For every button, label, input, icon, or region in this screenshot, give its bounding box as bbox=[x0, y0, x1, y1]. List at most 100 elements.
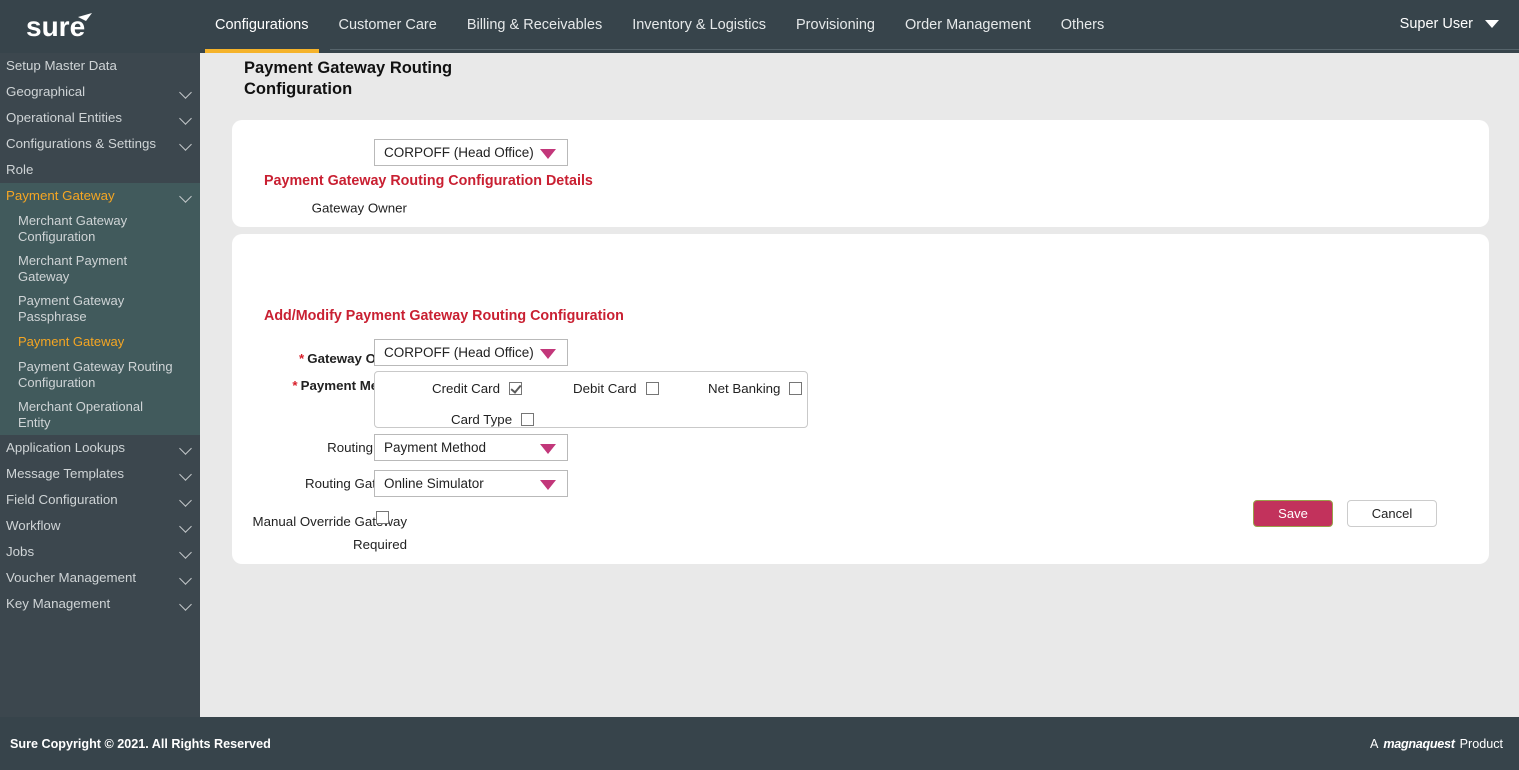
sidebar-item-payment-gateway-routing-configuration[interactable]: Payment Gateway Routing Configuration bbox=[0, 355, 200, 395]
routing-gateway-select[interactable]: Online Simulator bbox=[374, 470, 568, 497]
sidebar-item-role[interactable]: Role bbox=[0, 157, 200, 183]
sidebar-item-label: Voucher Management bbox=[6, 570, 137, 585]
user-menu[interactable]: Super User bbox=[1400, 16, 1499, 32]
nav-item-configurations[interactable]: Configurations bbox=[200, 16, 324, 53]
chevron-down-icon bbox=[179, 468, 192, 481]
chevron-down-icon bbox=[179, 520, 192, 533]
primary-navigation: Configurations Customer Care Billing & Rec… bbox=[200, 0, 1119, 53]
sidebar-item-label: Payment Gateway Routing Configuration bbox=[18, 359, 173, 390]
payment-method-credit-card[interactable]: Credit Card bbox=[432, 381, 522, 396]
sidebar-item-label: Payment Gateway bbox=[6, 188, 115, 203]
app-logo[interactable]: sure bbox=[0, 0, 200, 53]
sidebar-item-label: Role bbox=[6, 162, 34, 177]
chevron-down-icon bbox=[179, 546, 192, 559]
sidebar-item-field-configuration[interactable]: Field Configuration bbox=[0, 487, 200, 513]
save-button[interactable]: Save bbox=[1253, 500, 1333, 527]
top-header-bar: sure Configurations Customer Care Billing … bbox=[0, 0, 1519, 53]
sidebar-item-label: Workflow bbox=[6, 518, 61, 533]
gateway-owner-select-top[interactable]: CORPOFF (Head Office) bbox=[374, 139, 568, 166]
sidebar-navigation: Setup Master Data Geographical Operational… bbox=[0, 53, 200, 717]
gateway-owner-value-top: CORPOFF (Head Office) bbox=[384, 145, 534, 160]
chevron-down-icon bbox=[179, 138, 192, 151]
chevron-down-icon bbox=[179, 598, 192, 611]
sidebar-item-payment-gateway-passphrase[interactable]: Payment Gateway Passphrase bbox=[0, 289, 200, 329]
chevron-down-icon bbox=[179, 572, 192, 585]
sidebar-item-application-lookups[interactable]: Application Lookups bbox=[0, 435, 200, 461]
sidebar-item-label: Field Configuration bbox=[6, 492, 118, 507]
sidebar-item-label: Jobs bbox=[6, 544, 35, 559]
sidebar-item-payment-gateway[interactable]: Payment Gateway bbox=[0, 329, 200, 355]
sidebar-item-payment-gateway[interactable]: Payment Gateway bbox=[0, 183, 200, 209]
product-prefix: A bbox=[1370, 736, 1379, 751]
nav-item-provisioning[interactable]: Provisioning bbox=[781, 16, 890, 53]
nav-item-customer-care[interactable]: Customer Care bbox=[324, 16, 452, 53]
product-credit: A magnaquest Product bbox=[1370, 737, 1503, 751]
chevron-down-icon bbox=[540, 148, 556, 159]
sidebar-item-geographical[interactable]: Geographical bbox=[0, 79, 200, 105]
sidebar-item-label: Merchant Gateway Configuration bbox=[18, 213, 128, 244]
sidebar-item-operational-entities[interactable]: Operational Entities bbox=[0, 105, 200, 131]
required-asterisk: * bbox=[292, 378, 298, 393]
sidebar-item-merchant-gateway-configuration[interactable]: Merchant Gateway Configuration bbox=[0, 209, 200, 249]
sidebar-item-merchant-payment-gateway[interactable]: Merchant Payment Gateway bbox=[0, 249, 200, 289]
payment-method-debit-card-label: Debit Card bbox=[573, 381, 637, 396]
chevron-down-icon bbox=[1485, 20, 1499, 28]
sidebar-item-label: Merchant Operational Entity bbox=[18, 399, 144, 430]
sidebar-item-jobs[interactable]: Jobs bbox=[0, 539, 200, 565]
chevron-down-icon bbox=[540, 479, 556, 490]
product-suffix: Product bbox=[1459, 736, 1503, 751]
form-heading: Add/Modify Payment Gateway Routing Confi… bbox=[264, 308, 624, 324]
gateway-owner-label-top: Gateway Owner bbox=[311, 200, 407, 216]
sidebar-item-label: Application Lookups bbox=[6, 440, 126, 455]
payment-method-card-type-label: Card Type bbox=[451, 412, 513, 427]
gateway-owner-card: Gateway Owner CORPOFF (Head Office) Paym… bbox=[232, 120, 1489, 227]
routing-gateway-value: Online Simulator bbox=[384, 476, 484, 491]
sure-logo-icon: sure bbox=[26, 12, 92, 42]
chevron-down-icon bbox=[540, 348, 556, 359]
sidebar-item-label: Key Management bbox=[6, 596, 111, 611]
nav-item-others[interactable]: Others bbox=[1046, 16, 1120, 53]
sidebar-item-key-management[interactable]: Key Management bbox=[0, 591, 200, 617]
chevron-down-icon bbox=[179, 494, 192, 507]
checkbox-manual-override[interactable] bbox=[376, 511, 389, 524]
nav-item-order-management[interactable]: Order Management bbox=[890, 16, 1046, 53]
checkbox-credit-card[interactable] bbox=[508, 382, 522, 395]
routing-point-select[interactable]: Payment Method bbox=[374, 434, 568, 461]
sidebar-item-label: Geographical bbox=[6, 84, 86, 99]
svg-text:sure: sure bbox=[26, 12, 85, 42]
checkbox-net-banking[interactable] bbox=[789, 382, 803, 395]
nav-underline-rule bbox=[330, 49, 1519, 50]
sidebar-item-label: Configurations & Settings bbox=[6, 136, 157, 151]
gateway-owner-value-form: CORPOFF (Head Office) bbox=[384, 345, 534, 360]
sidebar-item-label: Operational Entities bbox=[6, 110, 123, 125]
sidebar-item-voucher-management[interactable]: Voucher Management bbox=[0, 565, 200, 591]
chevron-down-icon bbox=[179, 112, 192, 125]
main-content: Payment Gateway Routing Configuration Ga… bbox=[200, 53, 1519, 717]
nav-item-billing-receivables[interactable]: Billing & Receivables bbox=[452, 16, 617, 53]
payment-method-card-type[interactable]: Card Type bbox=[451, 412, 535, 427]
copyright-text: Sure Copyright © 2021. All Rights Reserv… bbox=[10, 736, 271, 751]
chevron-down-icon bbox=[540, 443, 556, 454]
payment-method-net-banking[interactable]: Net Banking bbox=[708, 381, 803, 396]
routing-point-value: Payment Method bbox=[384, 440, 487, 455]
checkbox-debit-card[interactable] bbox=[645, 382, 659, 395]
sidebar-item-label: Merchant Payment Gateway bbox=[18, 253, 128, 284]
payment-method-net-banking-label: Net Banking bbox=[708, 381, 781, 396]
chevron-down-icon bbox=[179, 190, 192, 203]
user-menu-label: Super User bbox=[1399, 16, 1473, 32]
chevron-down-icon bbox=[179, 442, 192, 455]
footer-bar: Sure Copyright © 2021. All Rights Reserv… bbox=[0, 717, 1519, 770]
sidebar-item-merchant-operational-entity[interactable]: Merchant Operational Entity bbox=[0, 395, 200, 435]
nav-item-inventory-logistics[interactable]: Inventory & Logistics bbox=[617, 16, 781, 53]
sidebar-item-setup-master-data[interactable]: Setup Master Data bbox=[0, 53, 200, 79]
payment-method-group: Credit Card Debit Card Net Banking Card … bbox=[374, 371, 808, 428]
payment-method-debit-card[interactable]: Debit Card bbox=[573, 381, 659, 396]
gateway-owner-select-form[interactable]: CORPOFF (Head Office) bbox=[374, 339, 568, 366]
cancel-button[interactable]: Cancel bbox=[1347, 500, 1437, 527]
sidebar-item-message-templates[interactable]: Message Templates bbox=[0, 461, 200, 487]
sidebar-item-workflow[interactable]: Workflow bbox=[0, 513, 200, 539]
checkbox-card-type[interactable] bbox=[521, 413, 535, 426]
sidebar-item-label: Payment Gateway Passphrase bbox=[18, 293, 125, 324]
sidebar-item-configurations-settings[interactable]: Configurations & Settings bbox=[0, 131, 200, 157]
chevron-down-icon bbox=[179, 86, 192, 99]
